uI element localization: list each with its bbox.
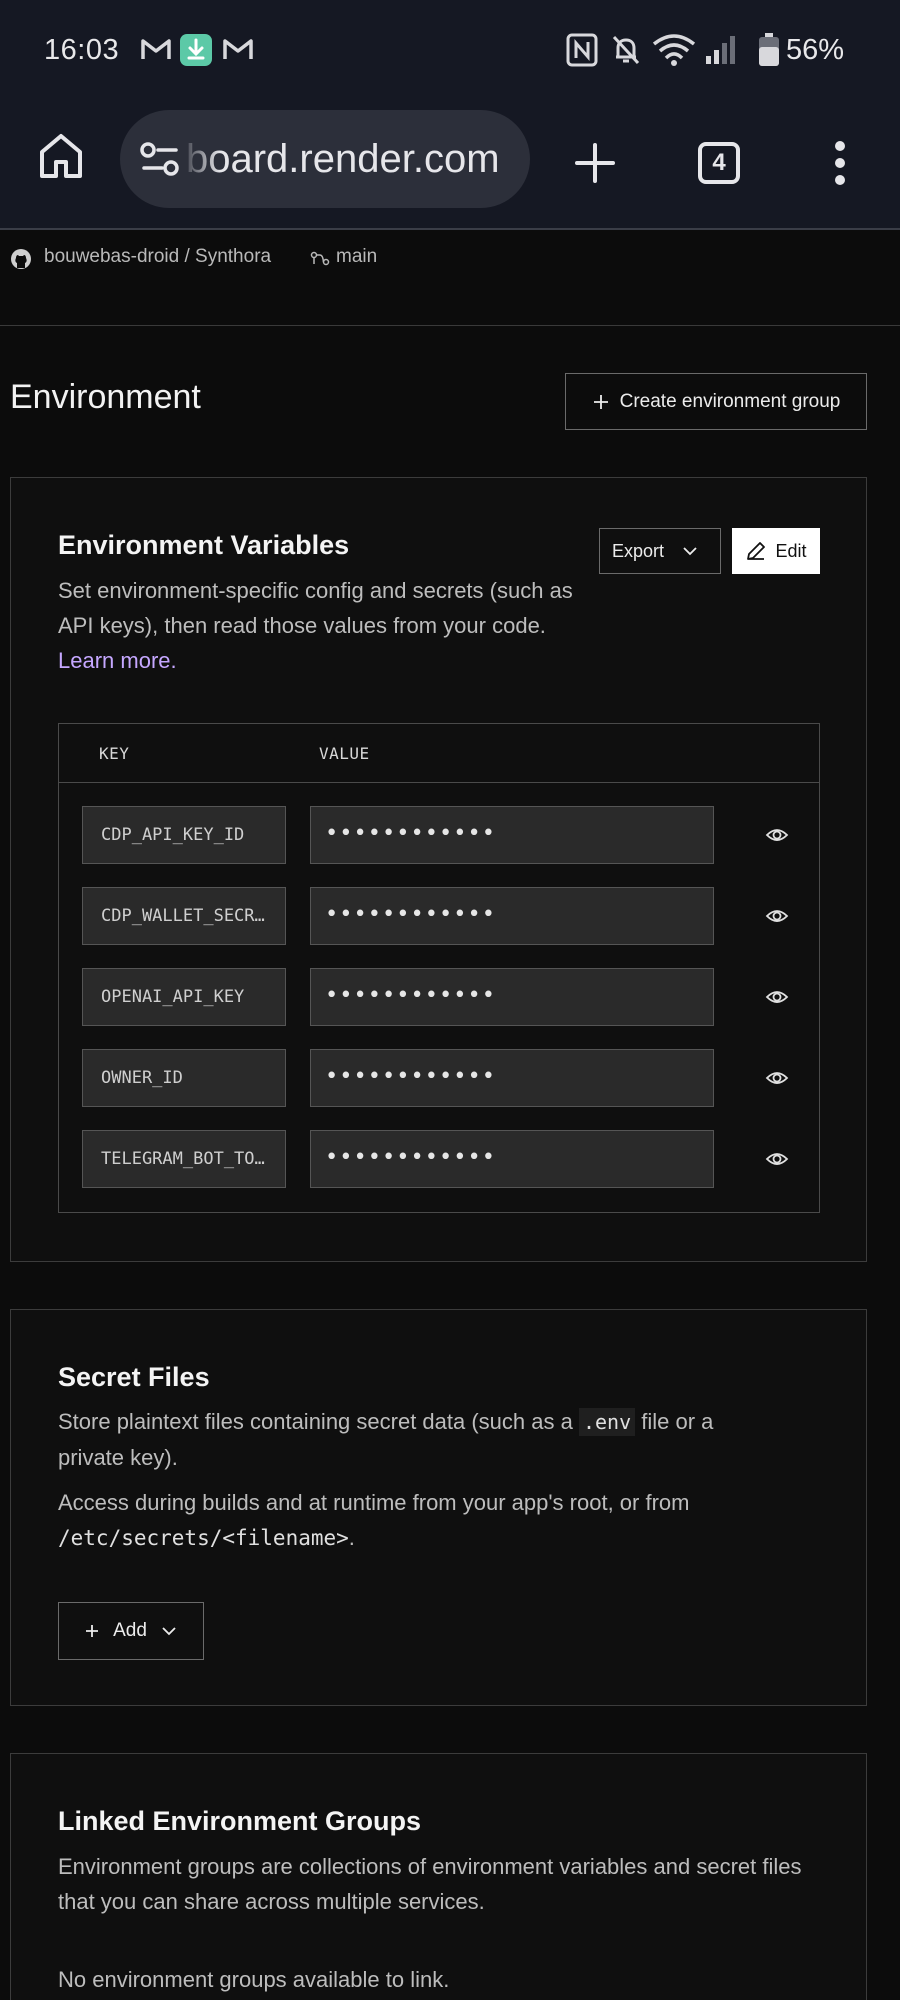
eye-icon[interactable] <box>765 904 789 928</box>
env-key-field[interactable]: CDP_API_KEY_ID <box>82 806 286 864</box>
env-key-field[interactable]: OPENAI_API_KEY <box>82 968 286 1026</box>
branch-name[interactable]: main <box>336 246 377 268</box>
linked-environment-groups-card: Linked Environment Groups Environment gr… <box>10 1753 867 2000</box>
secret-files-desc-text: Store plaintext files containing secret … <box>58 1409 579 1434</box>
repo-link[interactable]: bouwebas-droid / Synthora <box>44 246 271 268</box>
chevron-down-icon <box>162 1627 176 1636</box>
secret-files-description: Store plaintext files containing secret … <box>58 1404 778 1475</box>
gmail-icon <box>141 39 171 59</box>
add-secret-file-button[interactable]: Add <box>58 1602 204 1660</box>
environment-variables-card: Environment Variables Set environment-sp… <box>10 477 867 1262</box>
linked-groups-title: Linked Environment Groups <box>58 1806 422 1836</box>
env-vars-desc-text: Set environment-specific config and secr… <box>58 578 573 638</box>
plus-icon <box>593 394 608 409</box>
github-icon <box>11 249 31 269</box>
chevron-down-icon <box>683 547 697 556</box>
add-label: Add <box>113 1620 147 1641</box>
download-icon <box>180 34 212 66</box>
env-vars-title: Environment Variables <box>58 530 350 560</box>
edit-button[interactable]: Edit <box>732 528 820 574</box>
export-label: Export <box>612 540 665 561</box>
plus-icon <box>86 1625 99 1637</box>
env-value-field[interactable]: •••••••••••• <box>310 1130 714 1188</box>
eye-icon[interactable] <box>765 1066 789 1090</box>
eye-icon[interactable] <box>765 985 789 1009</box>
env-value-field[interactable]: •••••••••••• <box>310 806 714 864</box>
table-row: CDP_WALLET_SECRET •••••••••••• <box>82 887 802 945</box>
battery-percent: 56% <box>786 34 845 66</box>
linked-groups-empty-message: No environment groups available to link. <box>58 1967 450 1992</box>
url-text[interactable]: board.render.com <box>186 110 526 208</box>
more-icon[interactable] <box>832 140 848 186</box>
column-key-header: KEY <box>99 744 130 763</box>
eye-icon[interactable] <box>765 1147 789 1171</box>
status-time: 16:03 <box>44 34 120 66</box>
gmail-icon <box>223 39 253 59</box>
env-key-field[interactable]: OWNER_ID <box>82 1049 286 1107</box>
edit-label: Edit <box>775 540 807 561</box>
battery-icon <box>759 33 779 66</box>
tab-switcher-button[interactable]: 4 <box>698 142 740 184</box>
site-settings-icon[interactable] <box>140 142 180 176</box>
column-value-header: VALUE <box>319 744 370 763</box>
home-icon[interactable] <box>38 132 84 180</box>
table-row: TELEGRAM_BOT_TOKEN •••••••••••• <box>82 1130 802 1188</box>
create-environment-group-label: Create environment group <box>619 390 841 412</box>
bell-muted-icon <box>612 35 640 65</box>
env-value-field[interactable]: •••••••••••• <box>310 887 714 945</box>
pencil-icon <box>747 542 766 560</box>
repo-bar: bouwebas-droid / Synthora main <box>0 232 900 326</box>
nfc-icon <box>566 33 598 67</box>
branch-icon <box>310 251 330 266</box>
env-value-field[interactable]: •••••••••••• <box>310 968 714 1026</box>
env-vars-table: KEY VALUE CDP_API_KEY_ID •••••••••••• CD… <box>58 723 820 1213</box>
linked-groups-description: Environment groups are collections of en… <box>58 1854 802 1914</box>
learn-more-link[interactable]: Learn more. <box>58 648 177 673</box>
secrets-path-code: /etc/secrets/<filename> <box>58 1526 349 1550</box>
new-tab-icon[interactable] <box>574 142 616 184</box>
secret-files-access-text: . <box>348 1525 355 1550</box>
status-bar: 16:03 56% <box>0 0 900 104</box>
table-row: OPENAI_API_KEY •••••••••••• <box>82 968 802 1026</box>
env-key-field[interactable]: TELEGRAM_BOT_TOKEN <box>82 1130 286 1188</box>
signal-icon <box>706 36 735 64</box>
secret-files-access-description: Access during builds and at runtime from… <box>58 1485 778 1556</box>
env-vars-description: Set environment-specific config and secr… <box>58 573 578 678</box>
address-bar[interactable]: board.render.com <box>120 110 530 208</box>
secret-files-card: Secret Files Store plaintext files conta… <box>10 1309 867 1706</box>
browser-toolbar: board.render.com 4 <box>0 104 900 230</box>
table-row: OWNER_ID •••••••••••• <box>82 1049 802 1107</box>
table-row: CDP_API_KEY_ID •••••••••••• <box>82 806 802 864</box>
secret-files-title: Secret Files <box>58 1362 210 1392</box>
wifi-icon <box>652 34 696 66</box>
secret-files-access-text: Access during builds and at runtime from… <box>58 1490 690 1515</box>
table-header: KEY VALUE <box>59 724 819 783</box>
page-title: Environment <box>10 378 201 416</box>
env-key-field[interactable]: CDP_WALLET_SECRET <box>82 887 286 945</box>
url-fade <box>180 110 220 208</box>
eye-icon[interactable] <box>765 823 789 847</box>
export-dropdown[interactable]: Export <box>599 528 721 574</box>
create-environment-group-button[interactable]: Create environment group <box>565 373 867 430</box>
env-file-code: .env <box>578 1408 636 1436</box>
env-value-field[interactable]: •••••••••••• <box>310 1049 714 1107</box>
